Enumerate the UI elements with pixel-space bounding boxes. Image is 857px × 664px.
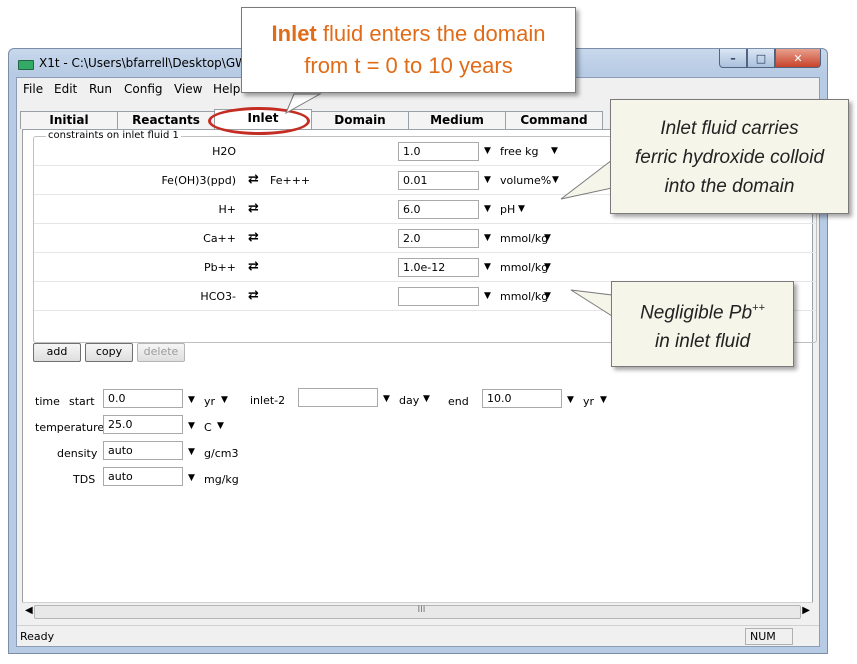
callout-line3: into the domain (664, 176, 795, 197)
side2-callout-pointer (570, 289, 613, 317)
callout-bold-word: Inlet (271, 21, 317, 46)
side1-callout-pointer (560, 158, 613, 200)
callout-line2: in inlet fluid (654, 331, 751, 353)
top-callout-pointer (284, 93, 322, 115)
callout-line1: Negligible Pb (640, 302, 753, 324)
lead-callout: Negligible Pb++ in inlet fluid (611, 281, 794, 367)
callout-line1: fluid enters the domain (316, 21, 546, 46)
callout-line2: from t = 0 to 10 years (304, 53, 513, 78)
callout-line1: Inlet fluid carries (660, 118, 799, 139)
callout-superscript: ++ (752, 302, 765, 314)
colloid-callout: Inlet fluid carries ferric hydroxide col… (610, 99, 849, 214)
inlet-callout: Inlet fluid enters the domain from t = 0… (241, 7, 576, 93)
callout-line2: ferric hydroxide colloid (634, 147, 825, 168)
